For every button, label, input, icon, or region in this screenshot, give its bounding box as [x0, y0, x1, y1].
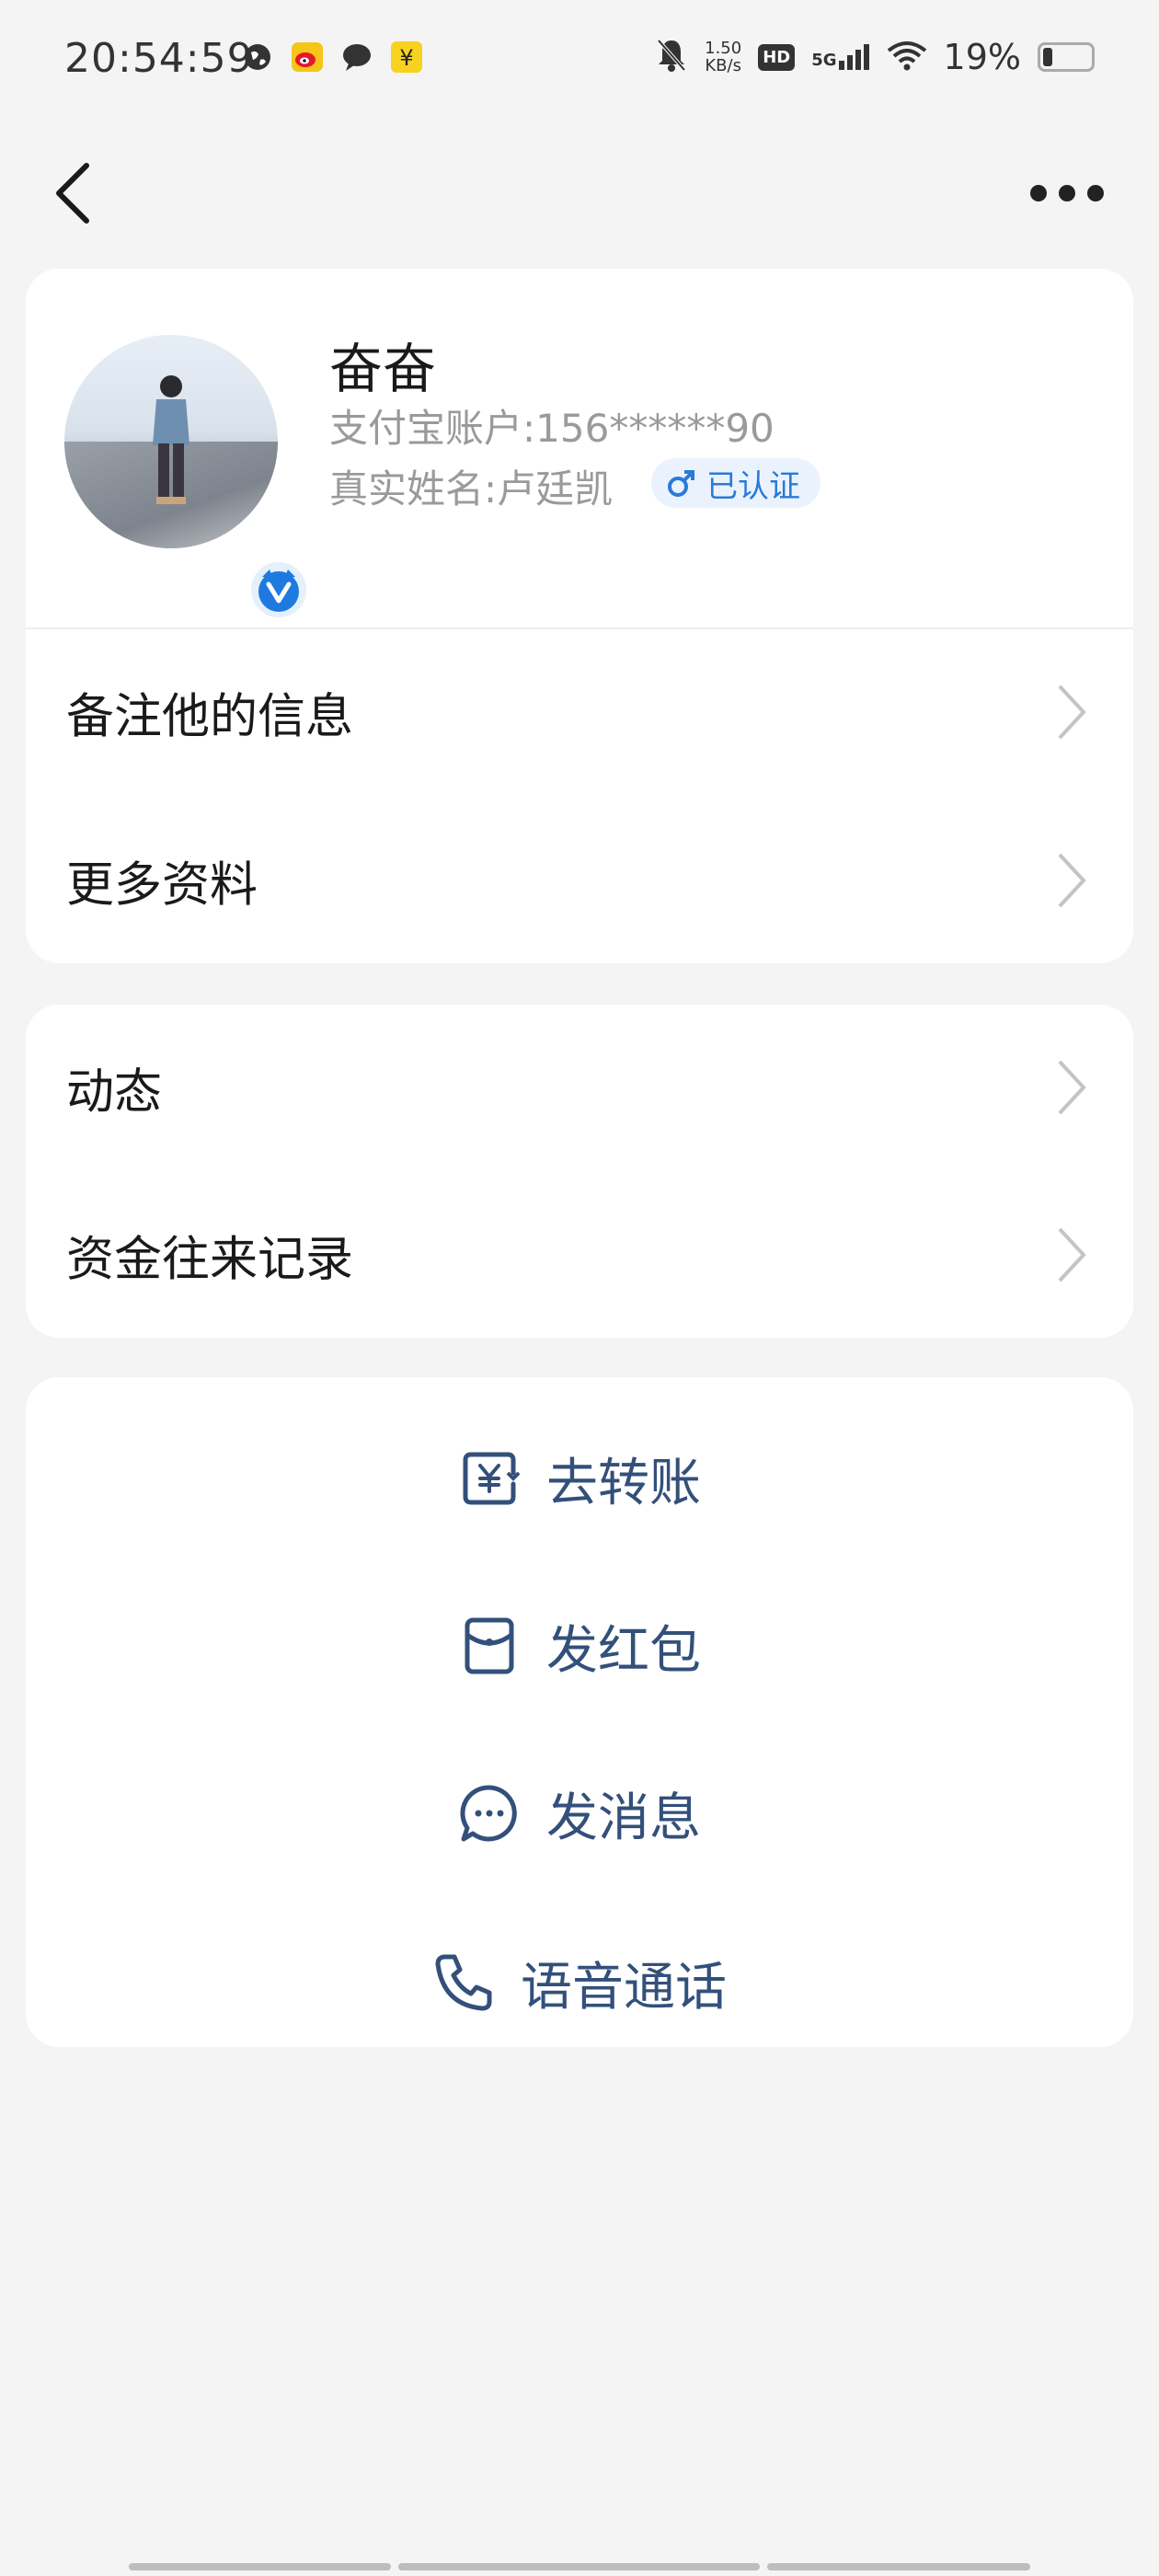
profile-card: 奋奋 支付宝账户:156******90 真实姓名:卢廷凯 已认证 备注他的信息…: [26, 269, 1133, 963]
avatar: [64, 335, 278, 548]
row-label: 备注他的信息: [66, 689, 354, 745]
red-envelope-icon: [465, 1617, 514, 1674]
male-icon: [668, 470, 694, 497]
nav-indicator-right[interactable]: [767, 2563, 1030, 2570]
network-speed: 1.50 KB/s: [705, 39, 742, 75]
chevron-left-icon: [56, 163, 89, 224]
verified-v-icon: [247, 558, 311, 622]
more-button[interactable]: [1030, 175, 1104, 212]
globe-icon: [241, 40, 274, 74]
transfer-label: 去转账: [546, 1453, 701, 1513]
signal-icon: 5G: [811, 44, 869, 70]
profile-page: 20:54:59 ¥ 1.50 KB/s HD 5G 19% 奋奋 支付宝账户:…: [0, 0, 1159, 2576]
nav-indicator-left[interactable]: [129, 2563, 391, 2570]
notification-icons: ¥: [241, 40, 423, 74]
row-label: 动态: [66, 1064, 163, 1121]
alipay-account: 支付宝账户:156******90: [329, 406, 775, 451]
nav-indicator-center[interactable]: [398, 2563, 760, 2570]
transfer-button[interactable]: 去转账: [26, 1396, 1133, 1561]
status-bar: 20:54:59 ¥ 1.50 KB/s HD 5G 19%: [0, 0, 1159, 120]
actions-card: 去转账 发红包 发消息 语音通话: [26, 1377, 1133, 2047]
svg-text:¥: ¥: [399, 45, 413, 71]
row-label: 资金往来记录: [66, 1232, 354, 1288]
chevron-right-icon: [1058, 853, 1086, 908]
phone-icon: [435, 1954, 492, 2011]
status-right: 1.50 KB/s HD 5G 19%: [655, 37, 1095, 77]
red-envelope-label: 发红包: [546, 1620, 701, 1681]
yuan-app-icon: ¥: [390, 40, 423, 74]
weibo-icon: [291, 40, 324, 74]
hd-badge: HD: [758, 43, 796, 71]
chevron-right-icon: [1058, 684, 1086, 740]
status-time: 20:54:59: [64, 35, 254, 82]
more-horizontal-icon: [1030, 185, 1047, 201]
chat-bubble-icon: [460, 1785, 517, 1842]
wifi-icon: [887, 40, 927, 75]
voice-call-label: 语音通话: [521, 1957, 727, 2018]
certified-badge: 已认证: [651, 458, 820, 508]
avatar-person-figure: [153, 375, 189, 504]
chevron-right-icon: [1058, 1227, 1086, 1282]
battery-icon: [1038, 42, 1095, 72]
voice-call-button[interactable]: 语音通话: [26, 1900, 1133, 2065]
send-message-label: 发消息: [546, 1788, 701, 1848]
avatar-container[interactable]: [64, 335, 311, 622]
row-label: 更多资料: [66, 857, 258, 914]
activity-card: 动态 资金往来记录: [26, 1005, 1133, 1338]
row-remark-info[interactable]: 备注他的信息: [26, 629, 1133, 795]
chevron-right-icon: [1058, 1060, 1086, 1115]
row-moments[interactable]: 动态: [26, 1005, 1133, 1170]
back-button[interactable]: [46, 156, 101, 230]
battery-percent: 19%: [943, 37, 1021, 77]
real-name: 真实姓名:卢廷凯: [329, 466, 614, 512]
row-fund-records[interactable]: 资金往来记录: [26, 1172, 1133, 1338]
send-message-button[interactable]: 发消息: [26, 1731, 1133, 1896]
row-more-info[interactable]: 更多资料: [26, 798, 1133, 963]
certified-label: 已认证: [706, 467, 800, 505]
transfer-yuan-icon: [463, 1452, 521, 1505]
red-envelope-button[interactable]: 发红包: [26, 1563, 1133, 1729]
profile-name: 奋奋: [329, 338, 437, 400]
message-bubble-icon: [340, 40, 373, 74]
mute-bell-icon: [655, 37, 688, 77]
